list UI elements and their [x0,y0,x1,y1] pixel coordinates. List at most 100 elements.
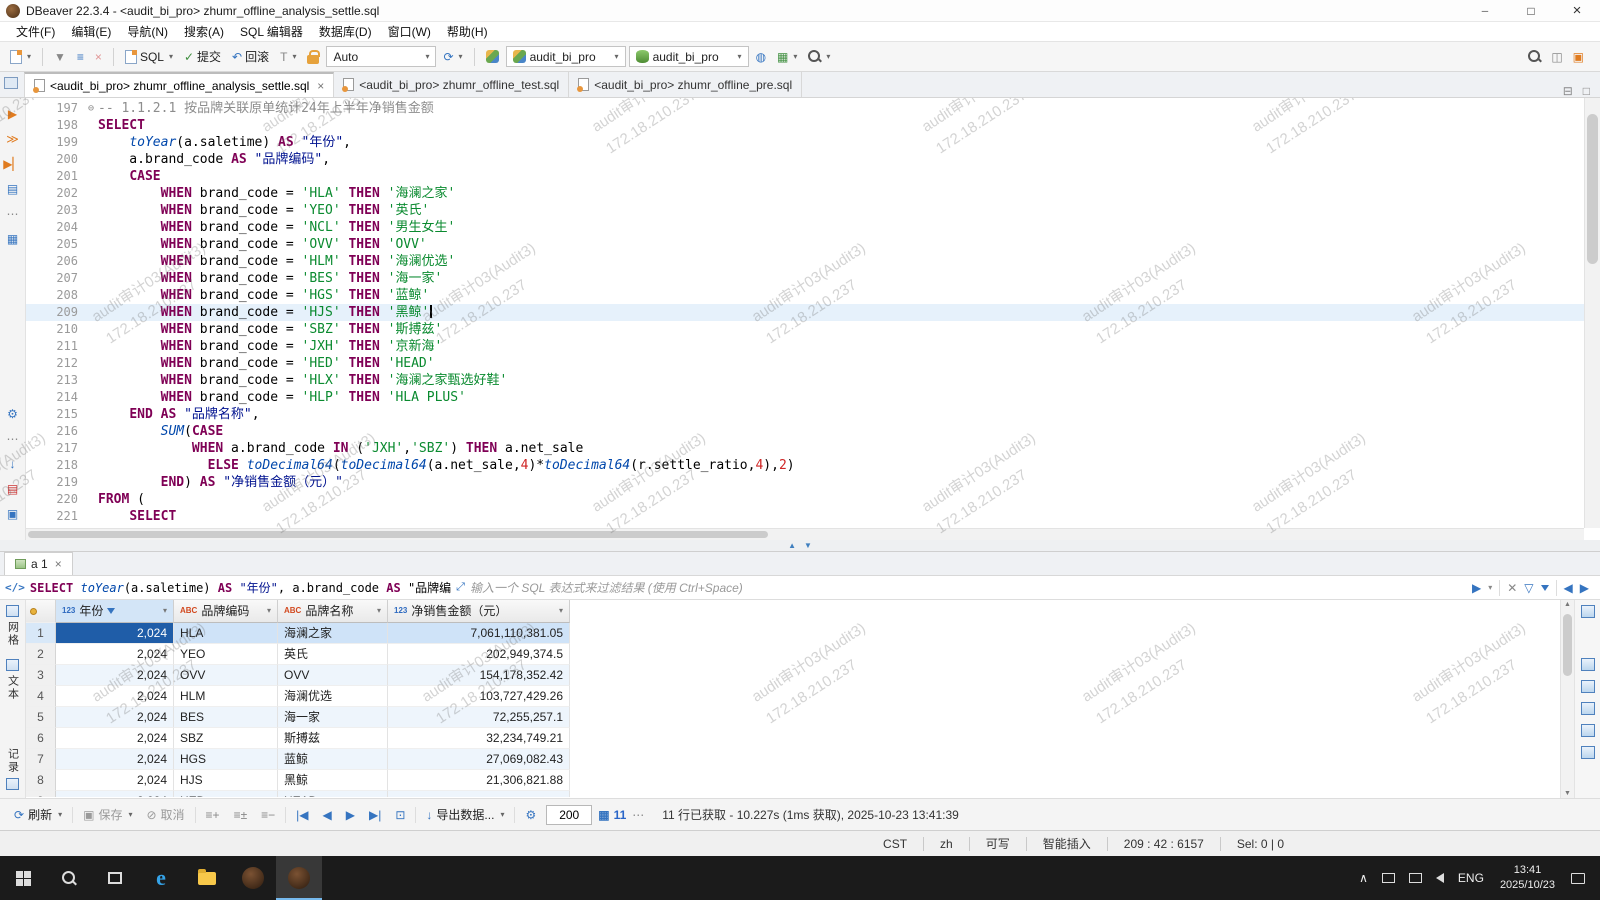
grid-cell[interactable]: HJS [174,770,278,791]
status-writable[interactable]: 可写 [970,835,1026,852]
grid-cell[interactable]: 2,024 [56,749,174,770]
status-insert-mode[interactable]: 智能插入 [1027,835,1107,852]
grid-cell[interactable]: 海澜之家 [278,623,388,644]
add-row-button[interactable]: ≡+ [202,806,224,824]
column-header-2[interactable]: ABC 品牌名称 ▾ [278,600,388,623]
panel-value-viewer-icon[interactable] [1580,605,1595,618]
tab-close-icon[interactable]: × [317,79,324,93]
menu-search[interactable]: 搜索(A) [176,21,232,42]
grid-cell[interactable]: 32,234,749.21 [388,728,570,749]
code-line-212[interactable]: 212 WHEN brand_code = 'HED' THEN 'HEAD' [26,355,1584,372]
code-line-221[interactable]: 221 SELECT [26,508,1584,525]
grid-cell[interactable]: 2,024 [56,728,174,749]
menu-window[interactable]: 窗口(W) [380,21,439,42]
notification-center-button[interactable] [1564,856,1592,900]
grid-cell[interactable]: 103,727,429.26 [388,686,570,707]
apply-filter-icon[interactable]: ▶ [1472,582,1481,594]
grid-vertical-scrollbar[interactable]: ▲ ▼ [1560,600,1574,798]
code-line-211[interactable]: 211 WHEN brand_code = 'JXH' THEN '京新海' [26,338,1584,355]
column-header-0[interactable]: 123 年份 ▾ [56,600,174,623]
taskbar-clock[interactable]: 13:41 2025/10/23 [1491,863,1564,893]
isolation-lock-button[interactable] [303,47,323,67]
tasks-button[interactable]: ≡ [73,48,88,66]
status-selection[interactable]: Sel: 0 | 0 [1221,837,1300,851]
grid-cell[interactable]: 2,024 [56,623,174,644]
row-number-cell[interactable]: 7 [26,749,56,770]
fold-marker-icon[interactable]: ⊖ [84,100,98,117]
grid-cell[interactable]: SBZ [174,728,278,749]
row-number-cell[interactable]: 1 [26,623,56,644]
code-line-203[interactable]: 203 WHEN brand_code = 'YEO' THEN '英氏' [26,202,1584,219]
row-number-cell[interactable]: 3 [26,665,56,686]
column-dropdown-icon[interactable]: ▾ [377,600,381,622]
execute-statement-icon[interactable]: ▶ [5,106,21,122]
minimize-editor-icon[interactable]: ⊟ [1563,85,1573,97]
quick-search-button[interactable] [804,47,834,66]
commit-button[interactable]: ✓ 提交 [180,45,225,68]
grid-cell[interactable]: HGS [174,749,278,770]
record-mode-toggle[interactable]: 记录 [5,748,21,798]
transaction-log-button[interactable]: T [276,48,300,66]
new-sql-editor-button[interactable] [6,47,35,67]
row-number-cell[interactable]: 2 [26,644,56,665]
app-button-1[interactable] [230,856,276,900]
grid-cell[interactable]: HLM [174,686,278,707]
code-line-197[interactable]: 197 ⊖ -- 1.1.2.1 按品牌关联原单统计24年上半年净销售金额 [26,100,1584,117]
schema-combo[interactable]: audit_bi_pro [628,46,749,67]
code-line-216[interactable]: 216 SUM(CASE [26,423,1584,440]
code-line-214[interactable]: 214 WHEN brand_code = 'HLP' THEN 'HLA PL… [26,389,1584,406]
delete-row-button[interactable]: ≡− [257,806,279,824]
grid-cell[interactable]: 英氏 [278,644,388,665]
rollback-button[interactable]: ↶ 回滚 [228,45,273,68]
menu-navigate[interactable]: 导航(N) [119,21,176,42]
open-console-icon[interactable]: ▦ [5,231,21,247]
grid-cell[interactable]: 7,061,110,381.05 [388,623,570,644]
settings-gear-icon[interactable]: ⚙ [5,406,21,422]
grid-cell[interactable]: OVV [278,665,388,686]
code-line-198[interactable]: 198 SELECT [26,117,1584,134]
filter-input[interactable]: 输入一个 SQL 表达式来过滤结果 (使用 Ctrl+Space) [470,579,743,596]
panel-grouping-icon[interactable] [1580,724,1595,737]
scroll-down-icon[interactable]: ▼ [1561,790,1574,797]
code-line-217[interactable]: 217 WHEN a.brand_code IN ('JXH','SBZ') T… [26,440,1584,457]
tablet-mode-button[interactable] [1375,856,1402,900]
sql-editor-menu-button[interactable]: SQL [121,47,177,67]
editor-tab-2[interactable]: <audit_bi_pro> zhumr_offline_pre.sql [569,72,803,97]
column-dropdown-icon[interactable]: ▾ [267,600,271,622]
menu-sql-editor[interactable]: SQL 编辑器 [232,21,311,42]
database-selector-icon-button[interactable] [482,47,503,66]
maximize-button[interactable] [1508,0,1554,21]
close-button[interactable] [1554,0,1600,21]
grid-cell[interactable]: 2,024 [56,770,174,791]
file-explorer-button[interactable] [184,856,230,900]
dbeaver-perspective-icon[interactable]: ▣ [1573,51,1584,63]
first-page-button[interactable]: |◀ [292,806,312,824]
scrollbar-thumb[interactable] [28,531,768,538]
scrollbar-thumb[interactable] [1563,614,1572,676]
explain-plan-icon[interactable]: ▤ [5,181,21,197]
status-caret-position[interactable]: 209 : 42 : 6157 [1108,837,1220,851]
editor-vertical-scrollbar[interactable] [1584,98,1600,528]
table-row[interactable]: 1 2,024 HLA 海澜之家 7,061,110,381.05 [26,623,1560,644]
grid-cell[interactable]: 202,949,374.5 [388,644,570,665]
code-line-213[interactable]: 213 WHEN brand_code = 'HLX' THEN '海澜之家甄选… [26,372,1584,389]
collapse-up-icon[interactable]: ▲ [788,541,796,550]
table-row[interactable]: 3 2,024 OVV OVV 154,178,352.42 [26,665,1560,686]
collapse-down-icon[interactable]: ▼ [804,541,812,550]
clear-filter-icon[interactable]: ✕ [1507,582,1517,594]
grid-view-toggle[interactable]: 网格 [5,605,21,647]
column-header-1[interactable]: ABC 品牌编码 ▾ [174,600,278,623]
status-timezone[interactable]: CST [867,837,923,851]
prev-page-button[interactable]: ◀ [319,806,336,824]
task-view-button[interactable] [92,856,138,900]
execute-new-tab-icon[interactable]: ≫ [5,131,21,147]
grid-cell[interactable]: HLA [174,623,278,644]
edge-button[interactable]: e [138,856,184,900]
overflow-icon[interactable]: ⋯ [632,809,644,821]
result-tab[interactable]: a 1 × [4,552,73,575]
grid-settings-button[interactable]: ⚙ [521,806,540,824]
export-data-button[interactable]: ↓ 导出数据... [422,803,508,826]
last-page-button[interactable]: ▶| [365,806,385,824]
results-grid[interactable]: 123 年份 ▾ ABC 品牌编码 ▾ ABC 品牌名称 ▾ 123 净销售金额（元） ▾ 1 2,024… [26,600,1560,798]
history-back-icon[interactable]: ◀ [1564,582,1573,594]
